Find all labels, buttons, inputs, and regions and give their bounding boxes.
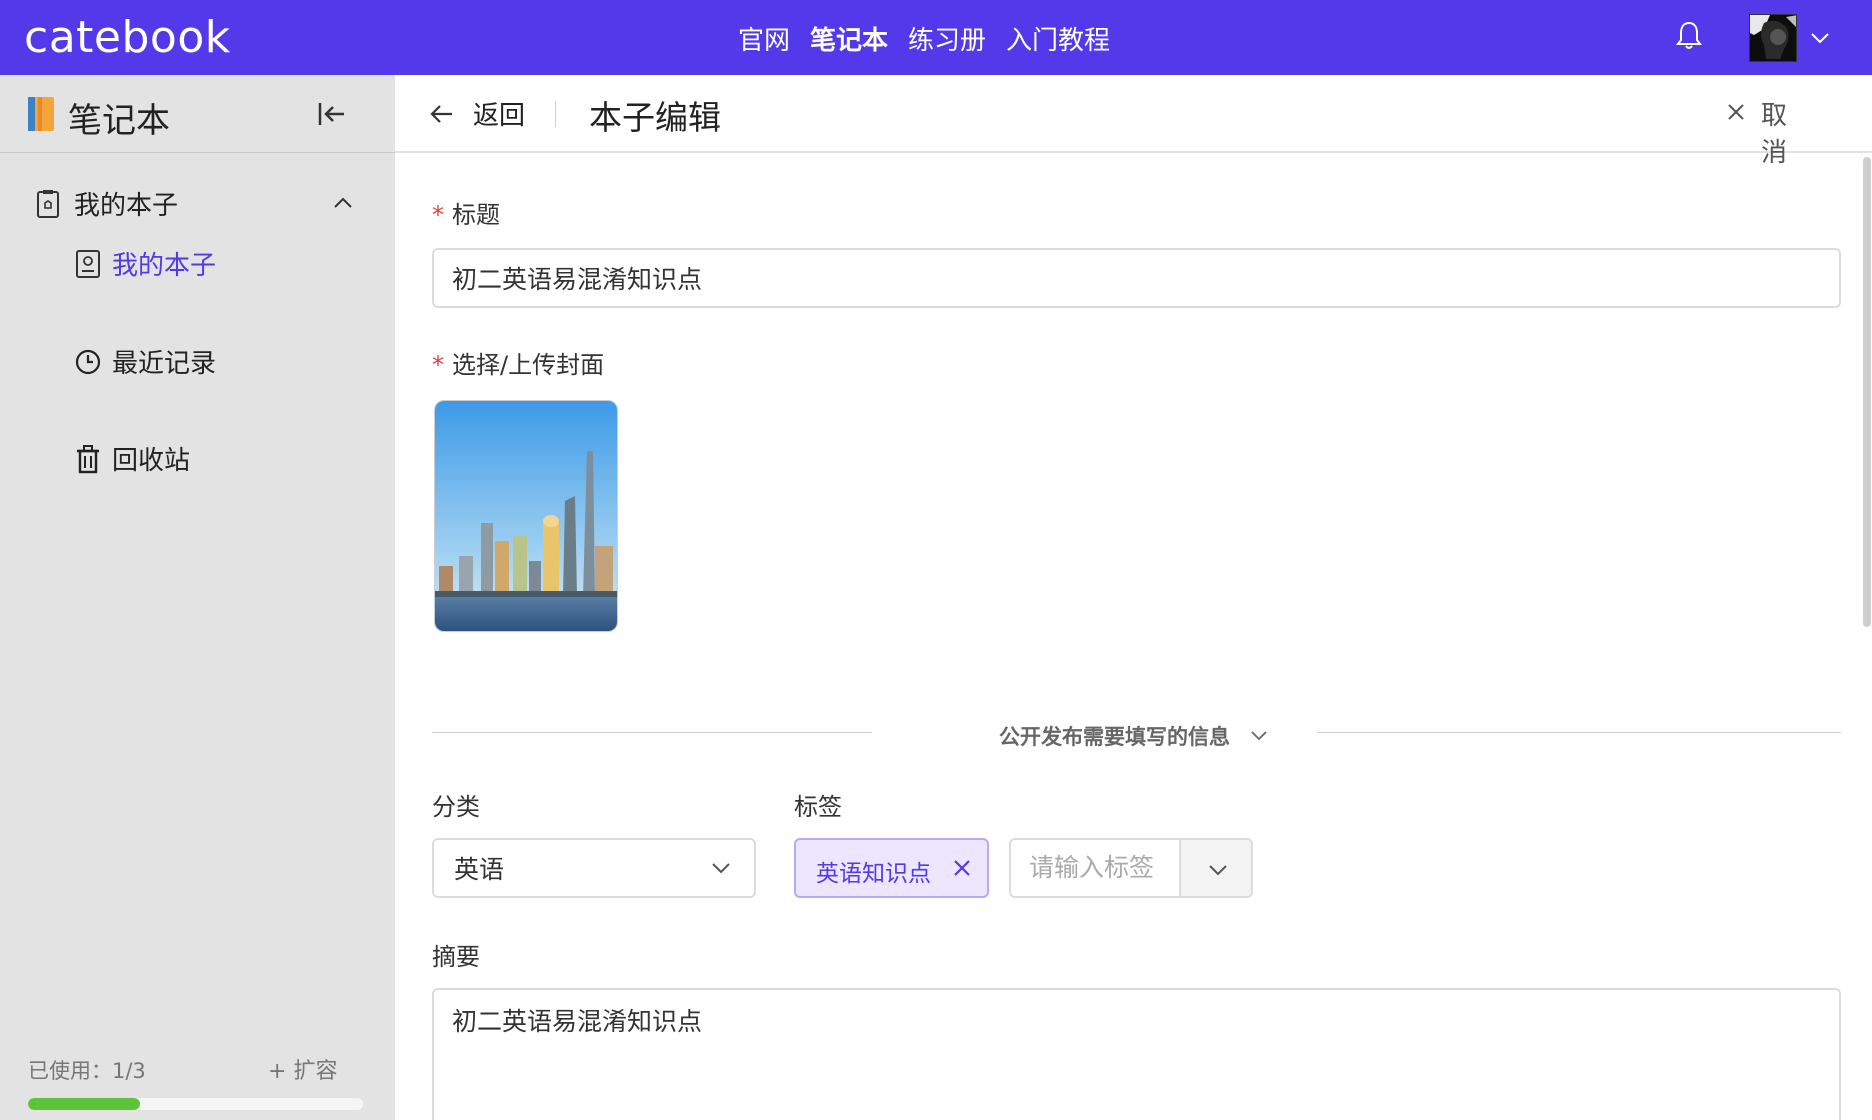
cover-field-label: * 选择/上传封面 xyxy=(432,351,605,379)
user-avatar[interactable] xyxy=(1749,14,1797,62)
title-field-label: * 标题 xyxy=(432,201,500,229)
usage-progress-fill xyxy=(28,1098,140,1110)
sidebar-header: 笔记本 xyxy=(0,75,395,153)
tag-chip-label: 英语知识点 xyxy=(816,861,931,887)
usage-progress-bar xyxy=(28,1098,363,1110)
summary-textarea-value: 初二英语易混淆知识点 xyxy=(452,1007,703,1036)
sidebar-item-label: 我的本子 xyxy=(112,251,217,281)
plus-icon: + xyxy=(268,1059,287,1084)
bell-icon[interactable] xyxy=(1676,20,1702,50)
summary-textarea[interactable]: 初二英语易混淆知识点 xyxy=(432,988,1841,1120)
nav-item-workbook[interactable]: 练习册 xyxy=(908,20,986,57)
chevron-down-icon xyxy=(712,863,730,874)
cancel-label: 取 消 xyxy=(1761,101,1794,168)
chevron-down-icon[interactable] xyxy=(1808,28,1832,48)
category-select-value: 英语 xyxy=(454,855,505,884)
chevron-up-icon[interactable] xyxy=(332,195,354,211)
sidebar-title: 笔记本 xyxy=(68,101,170,141)
main-nav: 官网 笔记本 练习册 入门教程 xyxy=(738,20,1110,57)
notebook-icon xyxy=(76,250,100,278)
usage-label: 已使用：1/3 xyxy=(28,1059,146,1083)
collapse-sidebar-icon[interactable] xyxy=(316,99,348,129)
tag-input[interactable]: 请输入标签 xyxy=(1009,838,1184,898)
section-divider-left xyxy=(432,732,872,733)
main-content: 返回 本子编辑 取 消 * 标题 初二英语易混淆知识点 * 选择/上传封面 公开… xyxy=(395,75,1872,1120)
back-arrow-icon[interactable] xyxy=(429,101,455,127)
required-marker: * xyxy=(432,351,444,379)
expand-capacity-button[interactable]: + 扩容 xyxy=(268,1053,337,1085)
sidebar-group-my-notebooks[interactable]: 我的本子 xyxy=(36,185,366,225)
back-button[interactable]: 返回 xyxy=(473,95,525,132)
notebook-app-icon xyxy=(28,97,54,131)
public-info-toggle[interactable]: 公开发布需要填写的信息 xyxy=(999,721,1230,751)
category-select[interactable]: 英语 xyxy=(432,838,756,898)
title-input[interactable]: 初二英语易混淆知识点 xyxy=(432,248,1841,308)
close-icon xyxy=(1728,104,1744,120)
sidebar-group-label: 我的本子 xyxy=(74,191,179,221)
header-divider xyxy=(555,101,556,127)
title-input-value: 初二英语易混淆知识点 xyxy=(452,265,703,294)
nav-item-official-site[interactable]: 官网 xyxy=(738,20,790,57)
sidebar: 笔记本 我的本子 我的本子 最近记录 回收站 已使用：1/3 + 扩容 xyxy=(0,75,395,1120)
page-header: 返回 本子编辑 取 消 xyxy=(395,75,1872,168)
nav-item-tutorial[interactable]: 入门教程 xyxy=(1006,20,1110,57)
category-field-label: 分类 xyxy=(432,793,480,821)
app-logo[interactable]: catebook xyxy=(24,12,231,63)
cancel-button[interactable]: 取 消 xyxy=(1725,95,1835,168)
page-title: 本子编辑 xyxy=(589,98,721,137)
chevron-down-icon xyxy=(1209,865,1227,876)
sidebar-item-trash[interactable]: 回收站 xyxy=(74,440,364,480)
expand-capacity-label: 扩容 xyxy=(293,1059,338,1084)
sidebar-item-label: 回收站 xyxy=(112,446,191,476)
section-divider-right xyxy=(1317,732,1841,733)
tags-field-label: 标签 xyxy=(794,793,842,821)
notebook-icon xyxy=(37,190,59,218)
nav-item-notebook[interactable]: 笔记本 xyxy=(810,20,888,57)
close-icon[interactable] xyxy=(952,858,972,878)
chevron-down-icon[interactable] xyxy=(1249,728,1269,742)
summary-field-label: 摘要 xyxy=(432,943,480,971)
required-marker: * xyxy=(432,201,444,229)
clock-icon xyxy=(75,349,101,375)
top-navbar: catebook 官网 笔记本 练习册 入门教程 xyxy=(0,0,1872,75)
tag-chip: 英语知识点 xyxy=(794,838,989,898)
sidebar-item-recent[interactable]: 最近记录 xyxy=(74,343,364,383)
sidebar-item-my-notebooks[interactable]: 我的本子 xyxy=(74,245,364,285)
scrollbar[interactable] xyxy=(1863,157,1871,627)
cover-image[interactable] xyxy=(434,400,618,632)
trash-icon xyxy=(77,445,99,474)
sidebar-item-label: 最近记录 xyxy=(112,349,217,379)
tag-dropdown-button[interactable] xyxy=(1179,838,1253,898)
